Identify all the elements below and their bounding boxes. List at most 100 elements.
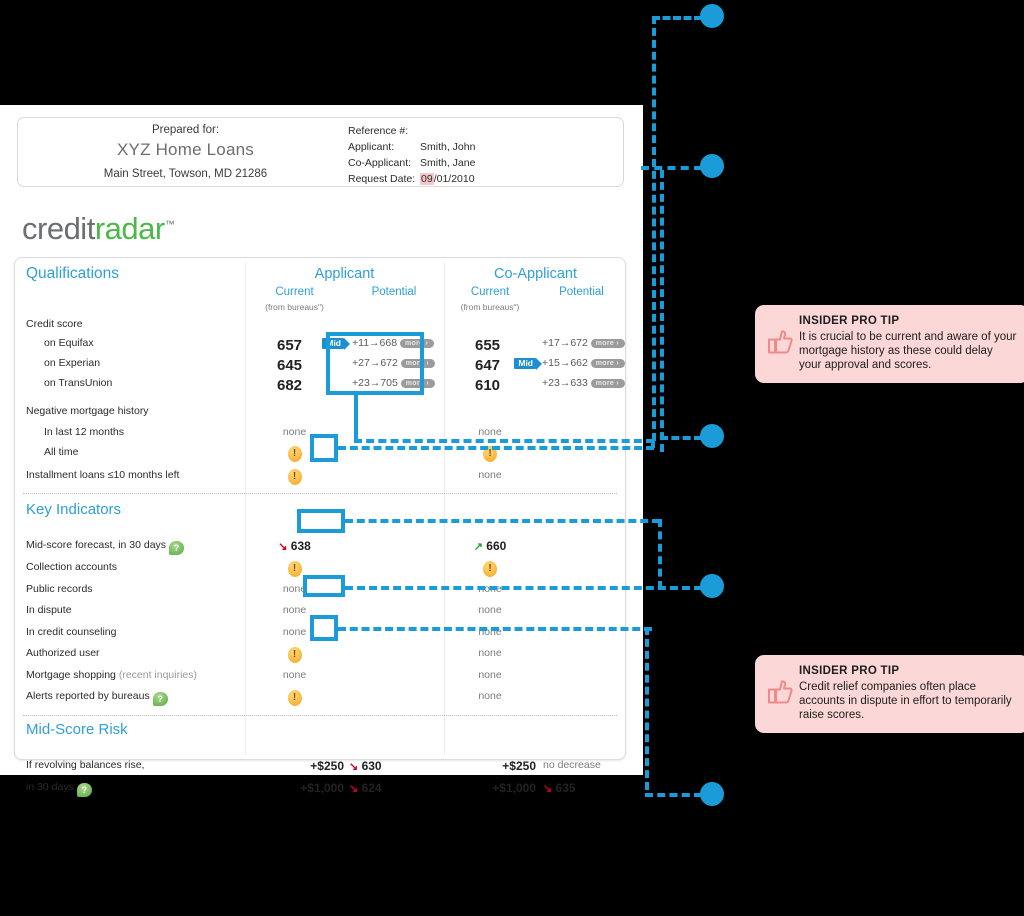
report-document: Prepared for: XYZ Home Loans Main Street… [0,105,648,797]
ki-label-mid-score-forecast: Mid-score forecast, in 30 days ? [26,539,184,555]
applicant-risk-score-1: ↘ 630 [349,759,382,773]
warning-icon: ! [287,647,302,663]
ki-label-public-records: Public records [26,583,93,595]
connector-dot-1[interactable] [700,4,724,28]
more-button[interactable]: more › [590,339,625,348]
table-row: Mid-score forecast, in 30 days ? ↘ 638 ↗… [15,539,625,560]
report-body: Qualifications Applicant Co-Applicant Cu… [14,257,626,797]
coapplicant-current-transunion: 610 [475,377,501,394]
more-button[interactable]: more › [400,339,435,348]
mid-badge: Mid [514,358,542,370]
arrow-right-icon: → [559,337,571,349]
risk-label-line1: If revolving balances rise, [26,759,145,771]
company-address: Main Street, Towson, MD 21286 [103,168,268,180]
more-button[interactable]: more › [590,359,625,368]
applicant-risk-score-2: ↘ 624 [349,781,382,795]
table-row: Collection accounts ! ! [15,561,625,582]
insider-pro-tip-1: INSIDER PRO TIP It is crucial to be curr… [755,305,1024,383]
coapplicant-risk-amount-2: +$1,000 [492,781,536,795]
table-row: If revolving balances rise, +$250 ↘ 630 … [15,759,625,780]
coapplicant-collection-accounts: ! [444,561,536,577]
coapplicant-mortgage-shopping: none [478,669,502,681]
more-button[interactable]: more › [400,379,435,388]
potential-value: 705 [380,377,398,389]
tip-title: INSIDER PRO TIP [799,665,900,677]
credit-radar-logo: creditradar™ [22,211,175,247]
connector-dot-5[interactable] [700,782,724,806]
neg-row-label-alltime: All time [44,446,79,458]
warning-icon: ! [483,561,497,577]
thumbs-up-icon [767,679,793,710]
potential-value: 668 [379,337,398,349]
request-date-highlight: 09 [420,173,434,185]
warning-icon: ! [287,690,302,706]
company-name: XYZ Home Loans [117,140,254,159]
ki-label-credit-counseling: In credit counseling [26,626,117,638]
more-button[interactable]: more › [590,379,625,388]
coapplicant-potential-equifax: +17→672 more › [542,337,625,349]
column-applicant-potential: Potential [371,286,417,298]
applicant-collection-accounts: ! [245,561,344,577]
potential-value: 633 [570,377,588,389]
coapplicant-potential-experian: +15→662 more › [542,357,625,369]
applicant-row: Applicant: Smith, John [348,139,475,155]
insider-pro-tip-2: INSIDER PRO TIP Credit relief companies … [755,655,1024,733]
applicant-authorized-user: ! [245,647,344,663]
applicant-value-alltime: ! [245,446,344,462]
connector-dot-2[interactable] [700,154,724,178]
table-row: on Experian 645 +27→672 more › Mid 647 +… [15,357,625,378]
applicant-risk-amount-2: +$1,000 [300,781,344,795]
coapplicant-current-experian: 647 [475,357,501,374]
more-button[interactable]: more › [400,359,435,368]
arrow-down-icon: ↘ [349,783,359,795]
warning-icon: ! [287,561,302,577]
coapplicant-value-installment: none [478,469,502,481]
applicant-potential-transunion: +23→705 more › [352,377,435,389]
reference-row: Reference #: [348,123,475,139]
reference-block: Reference #: Applicant: Smith, John Co-Ap… [348,123,475,187]
ki-label-alerts-reported: Alerts reported by bureaus ? [26,690,168,706]
row-negative-mortgage-history: Negative mortgage history [15,405,625,426]
table-row: Alerts reported by bureaus ? ! none [15,690,625,711]
help-icon[interactable]: ? [76,783,92,797]
column-group-coapplicant: Co-Applicant [493,266,577,282]
connector-vertical-spine-mid [660,170,664,452]
coapplicant-credit-counseling: none [478,626,502,638]
coapplicant-value-last12: none [478,426,502,438]
coapplicant-risk-amount-1: +$250 [502,759,536,773]
logo-credit: credit [22,211,95,246]
connector-dot-4[interactable] [700,574,724,598]
connector-dash-to-dot-3 [660,436,702,440]
connector-dot-3[interactable] [700,424,724,448]
help-icon[interactable]: ? [168,541,184,555]
logo-tm: ™ [164,219,175,231]
applicant-risk-amount-1: +$250 [310,759,344,773]
delta-value: +15 [542,357,560,369]
coapplicant-authorized-user: none [478,647,502,659]
coapplicant-risk-score-1: no decrease [543,759,601,771]
table-row: on TransUnion 682 +23→705 more › 610 +23… [15,377,625,398]
bureau-label-equifax: on Equifax [44,337,94,349]
connector-joint-1 [651,439,655,448]
column-applicant-current: Current [275,286,314,298]
arrow-right-icon: → [559,377,571,389]
potential-value: 672 [380,357,398,369]
potential-value: 672 [570,337,588,349]
coapplicant-row: Co-Applicant: Smith, Jane [348,155,475,171]
column-coapplicant-bureaus-note: (from bureausʺ) [460,302,520,312]
coapplicant-public-records: none [478,583,502,595]
coapplicant-value-alltime: ! [444,446,536,462]
applicant-mortgage-shopping: none [282,669,307,681]
applicant-label: Applicant: [348,141,395,153]
ki-label-authorized-user: Authorized user [26,647,100,659]
applicant-current-transunion: 682 [277,377,303,394]
prepared-for-label: Prepared for: [151,124,220,136]
bureau-label-experian: on Experian [44,357,101,369]
prepared-for-block: Prepared for: XYZ Home Loans Main Street… [18,124,353,180]
neg-row-label-last12: In last 12 months [44,426,124,438]
applicant-value: Smith, John [420,141,476,153]
help-icon[interactable]: ? [152,692,168,706]
negative-mortgage-label: Negative mortgage history [26,405,149,417]
coapplicant-current-equifax: 655 [475,337,501,354]
table-row: Public records none none [15,583,625,604]
